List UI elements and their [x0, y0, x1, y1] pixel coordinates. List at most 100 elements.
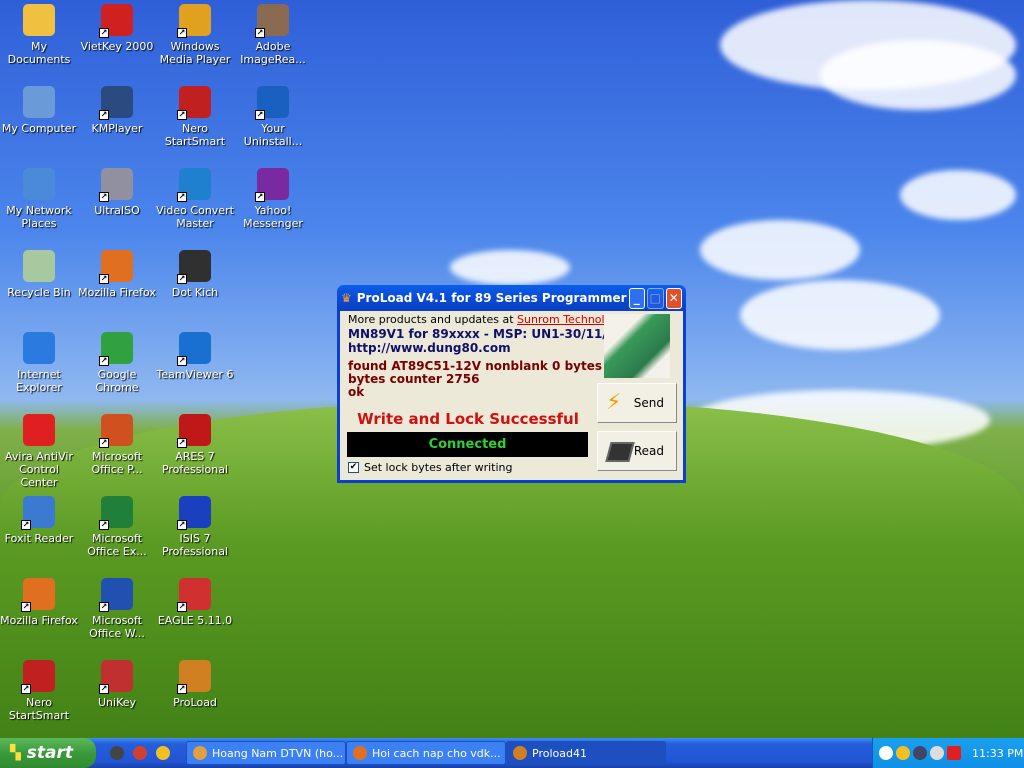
- app-icon: ↗: [99, 168, 133, 202]
- desktop-icon-label: ProLoad: [173, 696, 217, 709]
- desktop-icon[interactable]: ↗ ISIS 7 Professional: [156, 494, 234, 558]
- app-icon: ↗: [177, 332, 211, 366]
- app-icon: ↗: [177, 660, 211, 694]
- desktop-icon[interactable]: ↗ TeamViewer 6: [156, 330, 234, 381]
- shortcut-arrow-icon: ↗: [99, 520, 109, 530]
- quicklaunch-yahoo-icon[interactable]: [156, 746, 170, 760]
- desktop-icon[interactable]: My Computer: [0, 84, 78, 135]
- quicklaunch-dotkich-icon[interactable]: [110, 746, 124, 760]
- desktop-icon[interactable]: ↗ Foxit Reader: [0, 494, 78, 545]
- desktop-icon[interactable]: ↗ Microsoft Office Ex...: [78, 494, 156, 558]
- lock-bytes-checkbox[interactable]: ✔: [348, 462, 359, 473]
- maximize-button: □: [647, 287, 664, 309]
- desktop-icon-label: TeamViewer 6: [156, 368, 234, 381]
- desktop-icon-label: Internet Explorer: [16, 368, 62, 394]
- result-message: Write and Lock Successful: [357, 410, 579, 428]
- desktop-icon[interactable]: ↗ Nero StartSmart: [0, 658, 78, 722]
- desktop-icon[interactable]: ↗ Windows Media Player: [156, 2, 234, 66]
- proload-icon: [513, 746, 527, 760]
- desktop-icon-label: ISIS 7 Professional: [161, 532, 229, 558]
- desktop-icon[interactable]: ↗ ARES 7 Professional: [156, 412, 234, 476]
- shortcut-arrow-icon: ↗: [99, 602, 109, 612]
- cloud: [700, 220, 860, 280]
- app-icon: ↗: [177, 250, 211, 284]
- app-icon: ↗: [177, 578, 211, 612]
- desktop-icon[interactable]: Avira AntiVir Control Center: [0, 412, 78, 489]
- minimize-button[interactable]: _: [628, 287, 646, 309]
- desktop-icon[interactable]: ↗ Mozilla Firefox: [0, 576, 78, 627]
- messenger-tray-icon[interactable]: [930, 746, 944, 760]
- read-button[interactable]: Read: [597, 431, 677, 471]
- desktop-icon[interactable]: ↗ Dot Kich: [156, 248, 234, 299]
- desktop-icon-label: Avira AntiVir Control Center: [5, 450, 73, 489]
- app-icon: ↗: [255, 168, 289, 202]
- desktop-icon[interactable]: Internet Explorer: [0, 330, 78, 394]
- shortcut-arrow-icon: ↗: [99, 438, 109, 448]
- app-icon: ↗: [99, 414, 133, 448]
- desktop-icon-label: Windows Media Player: [159, 40, 231, 66]
- shortcut-arrow-icon: ↗: [177, 356, 187, 366]
- desktop-icon[interactable]: ↗ VietKey 2000: [78, 2, 156, 53]
- clock[interactable]: 11:33 PM: [972, 747, 1023, 760]
- app-icon: ↗: [255, 86, 289, 120]
- start-button[interactable]: ▚ start: [0, 738, 96, 768]
- desktop-icon[interactable]: ↗ Mozilla Firefox: [78, 248, 156, 299]
- desktop-icon[interactable]: My Documents: [0, 2, 78, 66]
- desktop-icon[interactable]: ↗ KMPlayer: [78, 84, 156, 135]
- shortcut-arrow-icon: ↗: [21, 520, 31, 530]
- avira-tray-icon[interactable]: [947, 746, 961, 760]
- quicklaunch-chrome-icon[interactable]: [133, 746, 147, 760]
- desktop-icon[interactable]: ↗ UltraISO: [78, 166, 156, 217]
- desktop-icon-label: My Computer: [1, 122, 77, 135]
- yahoo-tray-icon[interactable]: [896, 746, 910, 760]
- desktop-icon[interactable]: ↗ Microsoft Office P...: [78, 412, 156, 476]
- status-line-1: found AT89C51-12V nonblank 0 bytes: [348, 359, 602, 373]
- task-firefox[interactable]: Hoi cach nap cho vdk...: [346, 741, 506, 765]
- app-icon: ↗: [99, 250, 133, 284]
- desktop-icon-label: EAGLE 5.11.0: [157, 614, 233, 627]
- desktop-icon[interactable]: ↗ Microsoft Office W...: [78, 576, 156, 640]
- desktop-icon[interactable]: Recycle Bin: [0, 248, 78, 299]
- desktop-icon[interactable]: ↗ Nero StartSmart: [156, 84, 234, 148]
- app-icon: ↗: [177, 4, 211, 38]
- app-icon: ↗: [255, 4, 289, 38]
- task-hoang-nam[interactable]: Hoang Nam DTVN (ho...: [186, 741, 346, 765]
- show-hidden-icons-button[interactable]: [879, 746, 893, 760]
- app-icon: ↗: [99, 496, 133, 530]
- desktop-icon[interactable]: ↗ ProLoad: [156, 658, 234, 709]
- desktop-icon[interactable]: ↗ Yahoo! Messenger: [234, 166, 312, 230]
- shortcut-arrow-icon: ↗: [99, 356, 109, 366]
- shortcut-arrow-icon: ↗: [177, 192, 187, 202]
- network-tray-icon[interactable]: [913, 746, 927, 760]
- desktop-icon[interactable]: ↗ Video Convert Master: [156, 166, 234, 230]
- desktop-icon[interactable]: ↗ Adobe ImageRea...: [234, 2, 312, 66]
- cloud: [450, 250, 570, 285]
- app-icon: ↗: [21, 660, 55, 694]
- desktop-icon[interactable]: ↗ Your Uninstall...: [234, 84, 312, 148]
- close-button[interactable]: ✕: [665, 287, 682, 309]
- shortcut-arrow-icon: ↗: [177, 438, 187, 448]
- shortcut-arrow-icon: ↗: [99, 110, 109, 120]
- desktop-icon-label: Google Chrome: [95, 368, 139, 394]
- app-icon: ↗: [99, 4, 133, 38]
- title-bar[interactable]: ♛ ProLoad V4.1 for 89 Series Programmer …: [337, 285, 686, 311]
- cloud: [740, 280, 940, 350]
- desktop-icon[interactable]: ↗ UniKey: [78, 658, 156, 709]
- app-icon: ↗: [177, 496, 211, 530]
- website-text: http://www.dung80.com: [348, 341, 511, 355]
- task-proload[interactable]: Proload41: [506, 741, 666, 765]
- programmer-board-image: [604, 314, 670, 378]
- app-icon: [23, 250, 55, 282]
- desktop-icon-label: Video Convert Master: [156, 204, 234, 230]
- desktop-icon-label: Microsoft Office W...: [89, 614, 145, 640]
- send-button[interactable]: ⚡ Send: [597, 383, 677, 423]
- app-icon: ↗: [21, 496, 55, 530]
- status-line-3: ok: [348, 385, 365, 399]
- shortcut-arrow-icon: ↗: [255, 110, 265, 120]
- desktop-icon-label: Nero StartSmart: [8, 696, 70, 722]
- desktop-icon[interactable]: ↗ EAGLE 5.11.0: [156, 576, 234, 627]
- desktop-icon[interactable]: My Network Places: [0, 166, 78, 230]
- desktop-icon-label: My Network Places: [6, 204, 72, 230]
- app-icon: ♛: [341, 291, 352, 305]
- desktop-icon[interactable]: ↗ Google Chrome: [78, 330, 156, 394]
